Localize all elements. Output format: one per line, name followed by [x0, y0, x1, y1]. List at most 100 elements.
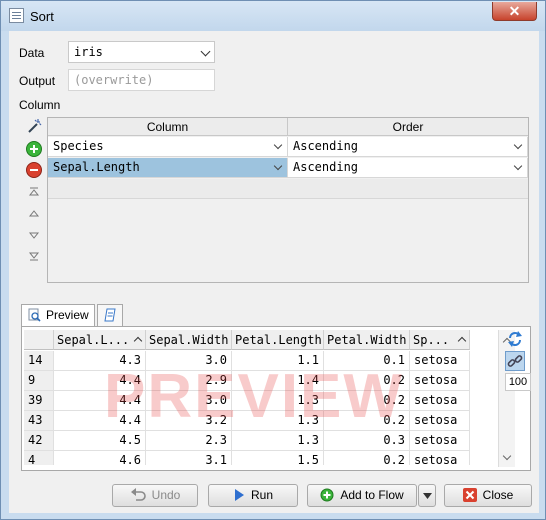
data-select-value: iris [74, 45, 103, 59]
wand-icon[interactable] [26, 118, 42, 134]
window-close-button[interactable]: ✕ [492, 2, 537, 21]
petal-width-header[interactable]: Petal.Width [324, 330, 410, 350]
table-cell: 4.4 [54, 411, 146, 431]
table-cell: 4.6 [54, 451, 146, 465]
table-cell: 4.4 [54, 391, 146, 411]
sort-column-value: Sepal.Length [53, 160, 140, 174]
refresh-icon[interactable] [505, 329, 525, 349]
title-bar: Sort ✕ [1, 1, 545, 31]
tab-preview-label: Preview [46, 308, 89, 322]
output-field[interactable]: (overwrite) [68, 69, 215, 91]
move-up-icon[interactable] [28, 208, 40, 220]
close-button[interactable]: Close [444, 484, 532, 507]
row-number-cell: 14 [24, 351, 54, 371]
table-cell: 0.2 [324, 371, 410, 391]
run-label: Run [250, 488, 273, 502]
table-cell: setosa [410, 351, 470, 371]
table-cell: 1.5 [232, 451, 324, 465]
row-number-cell: 4 [24, 451, 54, 465]
table-cell: 3.2 [146, 411, 232, 431]
window-title: Sort [30, 9, 54, 24]
data-label: Data [19, 46, 45, 60]
undo-label: Undo [151, 488, 181, 502]
table-cell: setosa [410, 391, 470, 411]
table-cell: 3.0 [146, 391, 232, 411]
order-header: Order [288, 118, 528, 136]
row-number-cell: 42 [24, 431, 54, 451]
sort-ascending-icon [457, 336, 467, 346]
row-number-cell: 39 [24, 391, 54, 411]
table-cell: setosa [410, 431, 470, 451]
close-label: Close [482, 488, 514, 502]
sort-dialog: Sort ✕ Data iris Output (overwrite) Colu… [0, 0, 546, 520]
undo-button[interactable]: Undo [112, 484, 198, 507]
empty-row[interactable] [48, 179, 528, 199]
tab-script[interactable] [97, 304, 123, 326]
petal-length-header[interactable]: Petal.Length [232, 330, 324, 350]
table-cell: 1.1 [232, 351, 324, 371]
preview-grid: Sepal.L... Sepal.Width Petal.Length Petal.W… [24, 330, 498, 465]
sort-columns-table: Column Order Species Ascending Sepal.Len… [47, 117, 529, 283]
table-cell: 4.4 [54, 371, 146, 391]
data-select[interactable]: iris [68, 41, 215, 63]
table-cell: 1.3 [232, 431, 324, 451]
table-cell: setosa [410, 451, 470, 465]
column-label: Column [19, 98, 61, 112]
table-cell: 0.1 [324, 351, 410, 371]
output-label: Output [19, 74, 56, 88]
run-icon [233, 488, 245, 509]
undo-icon [130, 488, 146, 509]
table-cell: 1.4 [232, 371, 324, 391]
run-button[interactable]: Run [208, 484, 298, 507]
row-number-cell: 43 [24, 411, 54, 431]
chevron-down-icon [273, 161, 283, 171]
table-cell: 1.3 [232, 391, 324, 411]
table-cell: setosa [410, 411, 470, 431]
table-cell: 3.0 [146, 351, 232, 371]
sort-order-value: Ascending [293, 139, 359, 153]
chevron-down-icon [200, 46, 211, 57]
table-cell: setosa [410, 371, 470, 391]
table-cell: 2.3 [146, 431, 232, 451]
sort-column-select[interactable]: Sepal.Length [48, 158, 288, 178]
add-to-flow-button[interactable]: Add to Flow [307, 484, 417, 507]
table-cell: 0.2 [324, 451, 410, 465]
output-placeholder: (overwrite) [74, 73, 154, 87]
dialog-icon [9, 8, 24, 23]
add-icon [320, 488, 334, 509]
row-number-cell: 9 [24, 371, 54, 391]
species-header[interactable]: Sp... [410, 330, 470, 350]
dialog-body: Data iris Output (overwrite) Column Colu… [9, 31, 539, 513]
sort-column-select[interactable]: Species [48, 137, 288, 157]
chevron-down-icon [273, 140, 283, 150]
remove-icon[interactable] [26, 162, 42, 178]
row-number-header[interactable] [24, 330, 54, 350]
add-to-flow-dropdown[interactable] [418, 484, 436, 507]
close-icon [462, 488, 477, 509]
table-cell: 3.1 [146, 451, 232, 465]
sepal-width-header[interactable]: Sepal.Width [146, 330, 232, 350]
row-limit-field[interactable]: 100 [505, 373, 531, 391]
table-cell: 2.9 [146, 371, 232, 391]
move-down-icon[interactable] [28, 229, 40, 241]
add-to-flow-label: Add to Flow [340, 488, 404, 502]
preview-panel: Sepal.L... Sepal.Width Petal.Length Petal.W… [21, 326, 531, 471]
link-toggle-icon[interactable] [505, 351, 525, 371]
add-icon[interactable] [26, 141, 42, 157]
chevron-down-icon [513, 161, 523, 171]
move-bottom-icon[interactable] [28, 250, 40, 262]
sort-ascending-icon [133, 336, 143, 346]
table-cell: 0.2 [324, 411, 410, 431]
sort-order-select[interactable]: Ascending [288, 158, 528, 178]
sort-order-select[interactable]: Ascending [288, 137, 528, 157]
column-header: Column [48, 118, 288, 136]
sepal-length-header[interactable]: Sepal.L... [54, 330, 146, 350]
scroll-down-icon[interactable] [502, 451, 512, 461]
sort-order-value: Ascending [293, 160, 359, 174]
move-top-icon[interactable] [28, 186, 40, 198]
tab-preview[interactable]: Preview [21, 304, 95, 326]
triangle-down-icon [422, 493, 432, 499]
table-cell: 4.5 [54, 431, 146, 451]
table-cell: 1.3 [232, 411, 324, 431]
sort-column-value: Species [53, 139, 104, 153]
